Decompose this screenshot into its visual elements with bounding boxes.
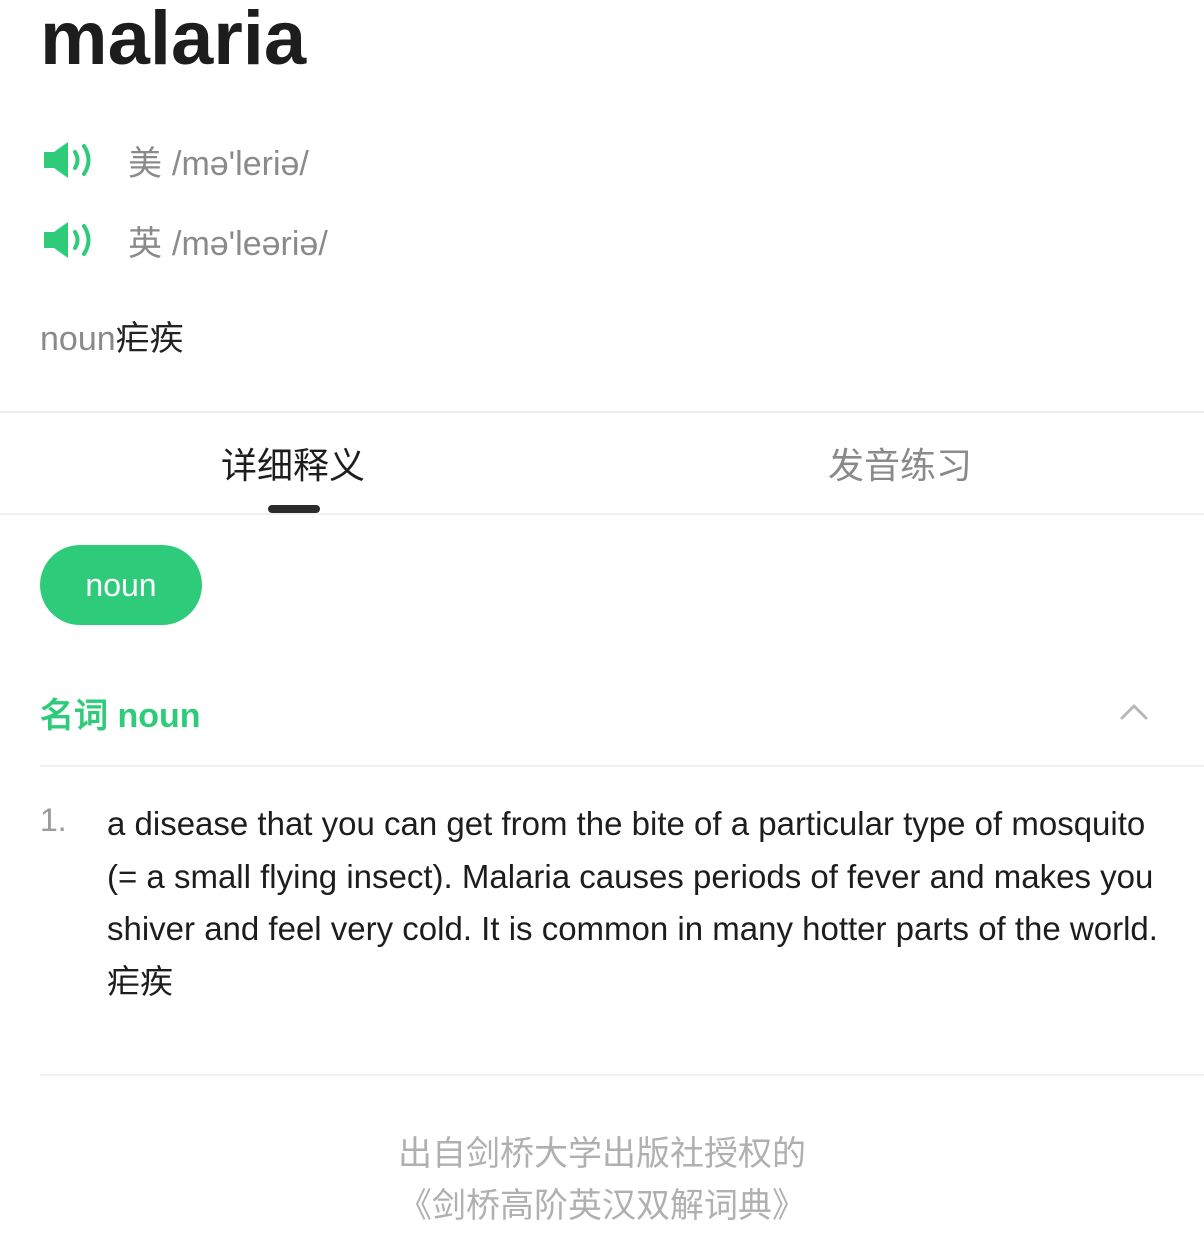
- brief-pos: noun: [40, 320, 116, 358]
- pronunciation-us[interactable]: 美/mə'leriə/: [42, 136, 309, 185]
- definition-text: a disease that you can get from the bite…: [107, 805, 1158, 1000]
- pronunciation-uk-text: 英/mə'leəriə/: [128, 216, 328, 265]
- source-attribution: 出自剑桥大学出版社授权的 《剑桥高阶英汉双解词典》: [0, 1128, 1204, 1232]
- divider: [40, 765, 1204, 767]
- pronunciation-region: 英: [128, 224, 162, 263]
- brief-definition: noun疟疾: [40, 315, 184, 363]
- dictionary-page: malaria 美/mə'leriə/ 英/mə'leəriə/ noun疟疾: [0, 0, 1204, 1257]
- divider: [0, 513, 1204, 515]
- source-line-1: 出自剑桥大学出版社授权的: [398, 1135, 806, 1173]
- pronunciation-us-text: 美/mə'leriə/: [128, 136, 309, 185]
- tab-detailed-definition[interactable]: 详细释义: [143, 413, 443, 513]
- speaker-icon[interactable]: [42, 138, 98, 182]
- source-line-2: 《剑桥高阶英汉双解词典》: [398, 1187, 806, 1225]
- chevron-up-icon[interactable]: [1114, 692, 1154, 732]
- section-title: 名词 noun: [40, 697, 201, 735]
- pos-filter-chip[interactable]: noun: [40, 545, 202, 625]
- divider: [40, 1074, 1204, 1076]
- speaker-icon[interactable]: [42, 218, 98, 262]
- brief-meaning: 疟疾: [115, 320, 184, 358]
- pronunciation-uk[interactable]: 英/mə'leəriə/: [42, 216, 328, 265]
- pronunciation-region: 美: [128, 144, 162, 183]
- tab-pronunciation-practice[interactable]: 发音练习: [750, 413, 1050, 513]
- pronunciation-ipa: /mə'leriə/: [172, 144, 309, 183]
- headword: malaria: [40, 0, 307, 81]
- tab-bar: 详细释义 发音练习: [0, 413, 1204, 513]
- pronunciation-ipa: /mə'leəriə/: [172, 224, 328, 263]
- definition-number: 1.: [40, 802, 67, 838]
- active-tab-indicator: [268, 505, 320, 513]
